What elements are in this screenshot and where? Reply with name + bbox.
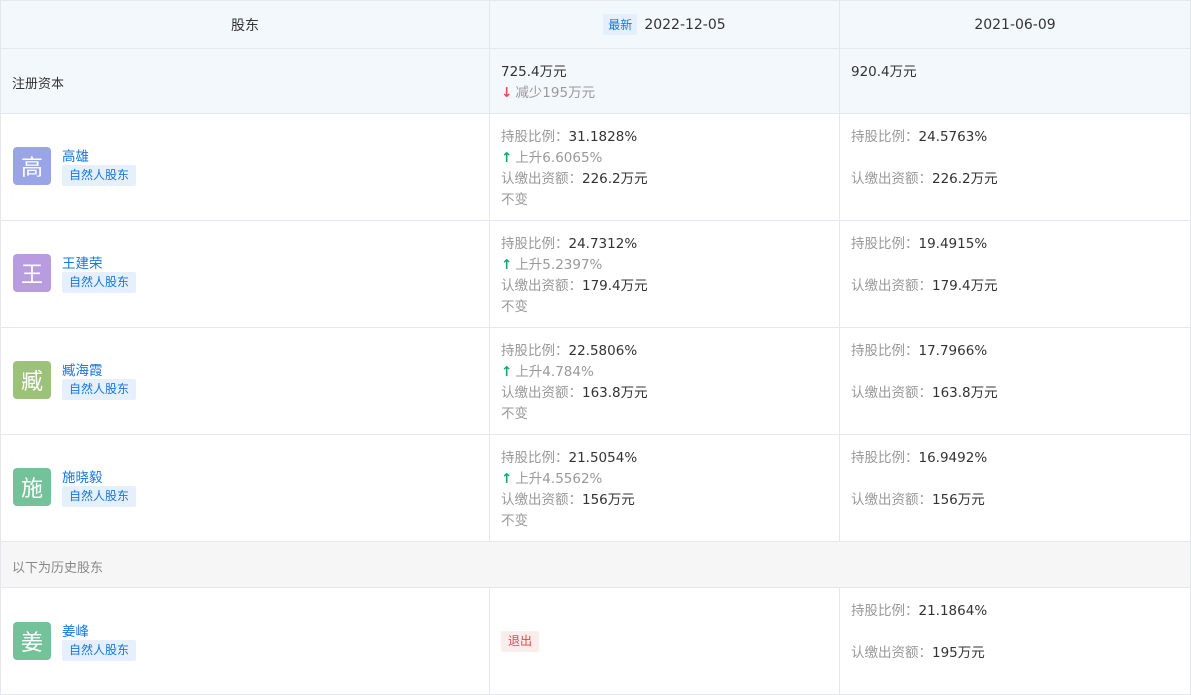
table-row: 施 施晓毅 自然人股东 持股比例：21.5054% ↑ 上升4.5562% 认缴出… bbox=[1, 435, 1190, 542]
shareholder-type-tag: 自然人股东 bbox=[62, 379, 137, 400]
table-row: 高 高雄 自然人股东 持股比例：31.1828% ↑ 上升6.6065% 认缴出资… bbox=[1, 114, 1190, 221]
shareholder-table: 股东 最新 2022-12-05 2021-06-09 注册资本 725.4万元… bbox=[0, 0, 1191, 695]
previous-capital: 163.8万元 bbox=[932, 385, 998, 401]
shareholder-name-link[interactable]: 高雄 bbox=[62, 145, 89, 165]
shareholder-type-tag: 自然人股东 bbox=[62, 272, 137, 293]
shareholder-type-tag: 自然人股东 bbox=[62, 165, 137, 186]
current-ratio: 21.5054% bbox=[568, 450, 638, 466]
previous-capital: 179.4万元 bbox=[932, 278, 998, 294]
shareholder-name-link[interactable]: 姜峰 bbox=[62, 620, 89, 640]
history-divider: 以下为历史股东 bbox=[1, 542, 1190, 588]
arrow-up-icon: ↑ bbox=[501, 471, 513, 487]
current-capital: 156万元 bbox=[582, 492, 635, 508]
avatar: 王 bbox=[13, 254, 51, 292]
registered-capital-change: 减少195万元 bbox=[515, 85, 596, 101]
capital-change: 不变 bbox=[501, 406, 528, 422]
current-capital: 179.4万元 bbox=[582, 278, 648, 294]
arrow-down-icon: ↓ bbox=[501, 85, 513, 101]
previous-ratio: 16.9492% bbox=[918, 450, 988, 466]
previous-ratio: 24.5763% bbox=[918, 129, 988, 145]
current-ratio: 31.1828% bbox=[568, 129, 638, 145]
arrow-up-icon: ↑ bbox=[501, 257, 513, 273]
shareholder-type-tag: 自然人股东 bbox=[62, 640, 137, 661]
avatar: 臧 bbox=[13, 361, 51, 399]
table-row: 臧 臧海霞 自然人股东 持股比例：22.5806% ↑ 上升4.784% 认缴出资… bbox=[1, 328, 1190, 435]
ratio-change: 上升4.784% bbox=[515, 364, 594, 380]
table-row: 王 王建荣 自然人股东 持股比例：24.7312% ↑ 上升5.2397% 认缴出… bbox=[1, 221, 1190, 328]
previous-ratio: 17.7966% bbox=[918, 343, 988, 359]
ratio-change: 上升5.2397% bbox=[515, 257, 603, 273]
header-current-date: 最新 2022-12-05 bbox=[490, 1, 840, 48]
ratio-change: 上升6.6065% bbox=[515, 150, 603, 166]
table-header: 股东 最新 2022-12-05 2021-06-09 bbox=[1, 1, 1190, 49]
arrow-up-icon: ↑ bbox=[501, 364, 513, 380]
current-capital: 163.8万元 bbox=[582, 385, 648, 401]
capital-change: 不变 bbox=[501, 513, 528, 529]
registered-capital-label: 注册资本 bbox=[12, 77, 65, 92]
avatar: 施 bbox=[13, 468, 51, 506]
capital-change: 不变 bbox=[501, 192, 528, 208]
shareholder-name-link[interactable]: 王建荣 bbox=[62, 252, 103, 272]
header-previous-date: 2021-06-09 bbox=[974, 16, 1056, 33]
current-ratio: 22.5806% bbox=[568, 343, 638, 359]
current-ratio: 24.7312% bbox=[568, 236, 638, 252]
ratio-change: 上升4.5562% bbox=[515, 471, 603, 487]
shareholder-name-link[interactable]: 施晓毅 bbox=[62, 466, 103, 486]
previous-ratio: 19.4915% bbox=[918, 236, 988, 252]
exit-badge: 退出 bbox=[501, 631, 540, 652]
shareholder-type-tag: 自然人股东 bbox=[62, 486, 137, 507]
previous-ratio: 21.1864% bbox=[918, 603, 988, 619]
arrow-up-icon: ↑ bbox=[501, 150, 513, 166]
previous-capital: 156万元 bbox=[932, 492, 985, 508]
previous-capital: 195万元 bbox=[932, 645, 985, 661]
capital-change: 不变 bbox=[501, 299, 528, 315]
registered-capital-current: 725.4万元 bbox=[501, 64, 567, 80]
shareholder-name-link[interactable]: 臧海霞 bbox=[62, 359, 103, 379]
registered-capital-previous: 920.4万元 bbox=[851, 64, 917, 80]
table-row: 姜 姜峰 自然人股东 退出 持股比例：21.1864% 认缴出资额：195万元 bbox=[1, 588, 1190, 695]
avatar: 高 bbox=[13, 147, 51, 185]
previous-capital: 226.2万元 bbox=[932, 171, 998, 187]
avatar: 姜 bbox=[13, 622, 51, 660]
registered-capital-row: 注册资本 725.4万元 ↓ 减少195万元 920.4万元 bbox=[1, 49, 1190, 114]
current-capital: 226.2万元 bbox=[582, 171, 648, 187]
latest-badge: 最新 bbox=[603, 14, 638, 35]
header-shareholder: 股东 bbox=[1, 1, 490, 48]
